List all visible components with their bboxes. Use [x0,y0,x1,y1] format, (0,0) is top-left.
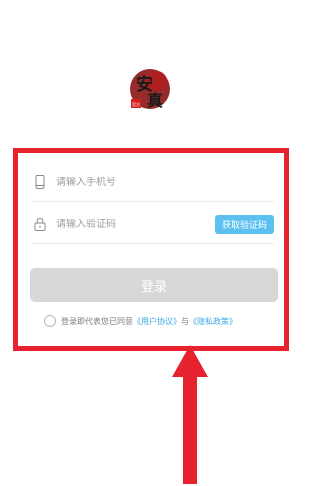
code-input[interactable] [56,218,215,230]
login-button[interactable]: 登录 [30,268,278,302]
user-agreement-link[interactable]: 《用户协议》 [133,316,181,327]
agreement-text: 登录即代表您已同意 [61,316,133,326]
privacy-policy-link[interactable]: 《隐私政策》 [189,316,237,327]
login-form-highlight: 获取验证码 登录 登录即代表您已同意 《用户协议》 与 《隐私政策》 [13,148,289,351]
phone-icon [32,174,48,190]
agreement-and-text: 与 [181,316,189,326]
get-code-button[interactable]: 获取验证码 [214,214,274,234]
phone-input[interactable] [56,176,274,188]
logo-char-2: 真 [147,91,163,110]
agreement-row: 登录即代表您已同意 《用户协议》 与 《隐私政策》 [44,313,237,329]
phone-row [32,163,274,202]
code-row: 获取验证码 [32,205,274,244]
logo-seal-text: 官方 [132,101,140,107]
agreement-checkbox[interactable] [44,315,56,327]
red-arrow-icon [172,345,208,484]
lock-icon [32,216,48,232]
app-logo: 安 真 官方 [127,66,173,112]
